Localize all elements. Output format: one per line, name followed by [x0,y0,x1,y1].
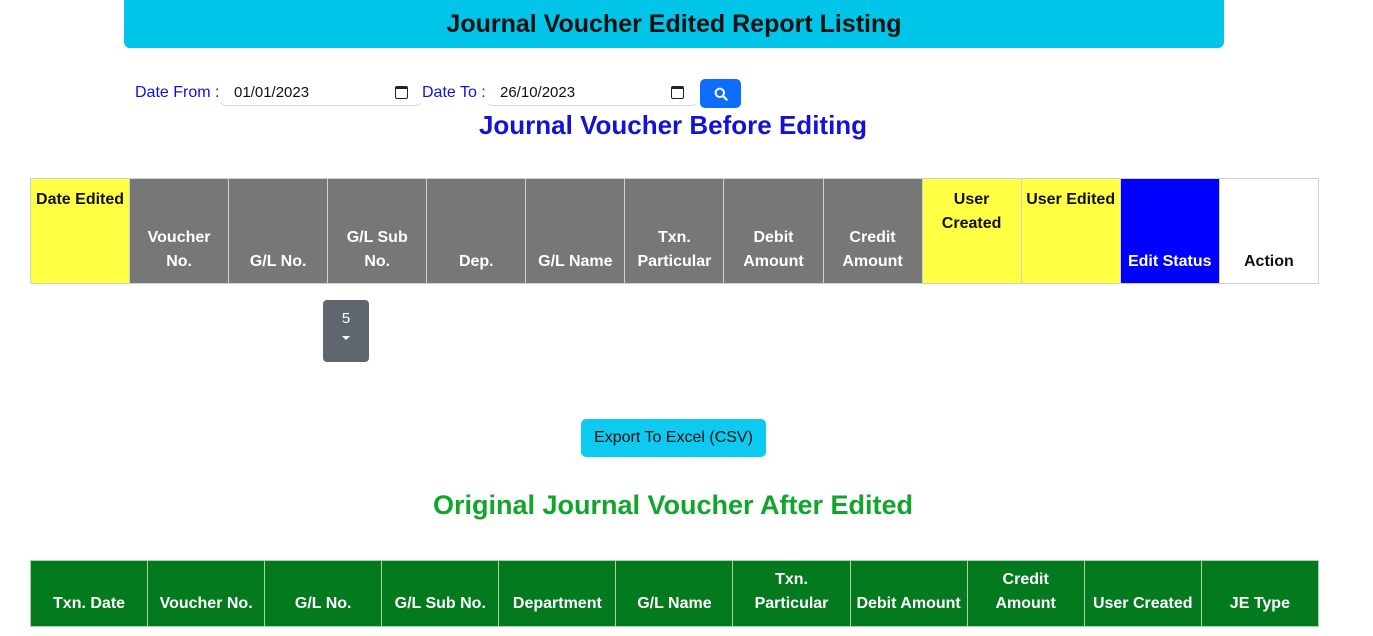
before-editing-heading: Journal Voucher Before Editing [478,110,868,140]
caret-down-icon [342,336,350,340]
col-edit-status[interactable]: Edit Status [1119,178,1220,284]
before-editing-table: Date Edited Voucher No. G/L No. G/L Sub … [29,178,1320,284]
col-gl-no[interactable]: G/L No. [228,178,329,284]
col-gl-no[interactable]: G/L No. [264,560,383,627]
col-gl-sub-no[interactable]: G/L Sub No. [381,560,500,627]
page-title: Journal Voucher Edited Report Listing [446,9,902,38]
date-from-label: Date From : [135,84,220,101]
col-je-type[interactable]: JE Type [1200,560,1320,627]
table-header-row: Txn. Date Voucher No. G/L No. G/L Sub No… [29,560,1320,627]
date-to-value: 26/10/2023 [500,83,576,101]
col-credit-amount[interactable]: Credit Amount [966,560,1085,627]
col-user-edited[interactable]: User Edited [1020,178,1121,284]
col-gl-sub-no[interactable]: G/L Sub No. [327,178,428,284]
date-to-label: Date To : [422,84,486,101]
after-edited-table: Txn. Date Voucher No. G/L No. G/L Sub No… [29,560,1320,627]
date-to-input[interactable]: 26/10/2023 [486,79,698,106]
col-txn-particular[interactable]: Txn. Particular [732,560,851,627]
search-button[interactable] [700,79,741,108]
col-gl-name[interactable]: G/L Name [615,560,734,627]
table-header-row: Date Edited Voucher No. G/L No. G/L Sub … [29,178,1320,284]
page-size-value: 5 [341,310,351,327]
page-title-bar: Journal Voucher Edited Report Listing [124,0,1224,48]
col-debit-amount[interactable]: Debit Amount [723,178,824,284]
col-user-created[interactable]: User Created [921,178,1022,284]
col-debit-amount[interactable]: Debit Amount [849,560,968,627]
col-voucher-no[interactable]: Voucher No. [129,178,230,284]
col-department[interactable]: Department [498,560,617,627]
date-from-input[interactable]: 01/01/2023 [220,79,422,106]
export-csv-button[interactable]: Export To Excel (CSV) [581,419,766,457]
page-size-dropdown[interactable]: 5 [323,300,369,362]
col-date-edited[interactable]: Date Edited [29,178,131,284]
col-user-created[interactable]: User Created [1083,560,1202,627]
col-credit-amount[interactable]: Credit Amount [822,178,923,284]
after-edited-heading: Original Journal Voucher After Edited [432,490,914,520]
calendar-icon[interactable] [395,85,408,99]
date-from-value: 01/01/2023 [234,83,310,101]
date-filter: Date From : 01/01/2023 Date To : 26/10/2… [0,79,1373,109]
col-txn-particular[interactable]: Txn. Particular [624,178,725,284]
calendar-icon[interactable] [671,85,684,99]
col-dep[interactable]: Dep. [426,178,527,284]
col-action[interactable]: Action [1218,178,1320,284]
search-icon [714,87,728,101]
col-gl-name[interactable]: G/L Name [525,178,626,284]
col-txn-date[interactable]: Txn. Date [29,560,149,627]
col-voucher-no[interactable]: Voucher No. [147,560,266,627]
